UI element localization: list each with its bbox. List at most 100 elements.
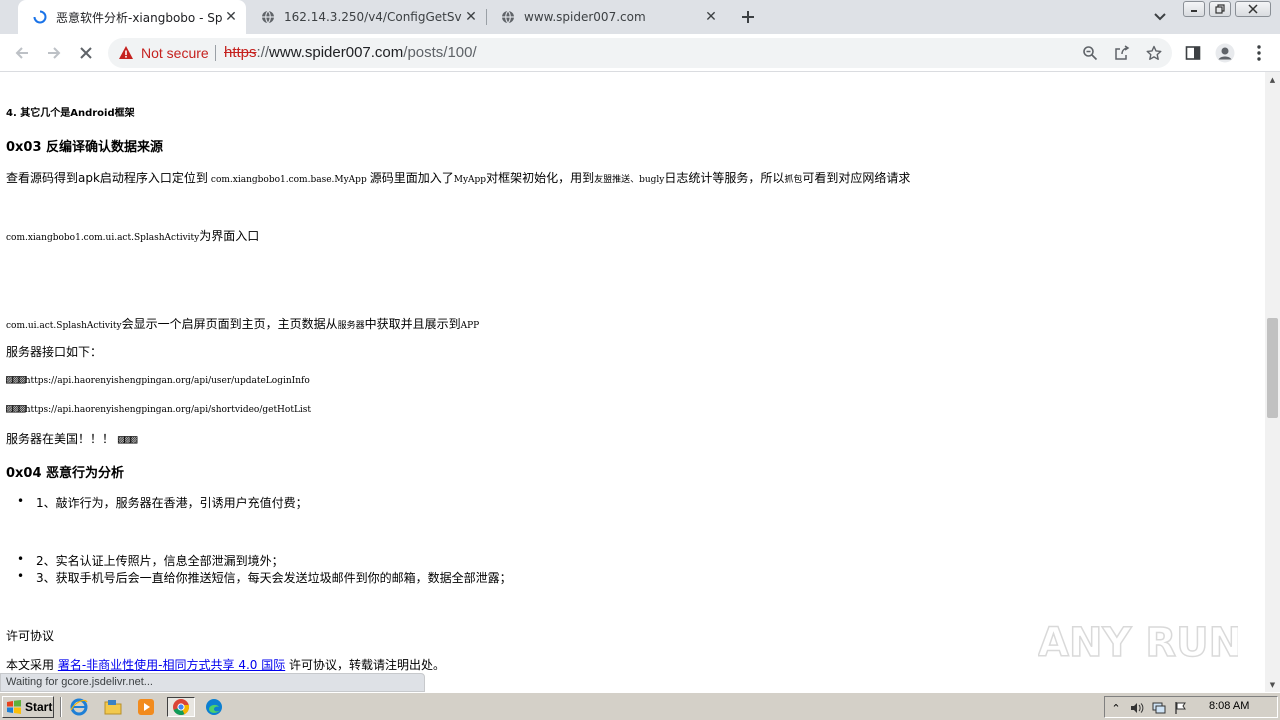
- api-url-update-login: https://api.haorenyishengpingan.org/api/…: [24, 376, 310, 386]
- close-icon[interactable]: ✕: [462, 8, 480, 26]
- scrollbar-thumb[interactable]: [1267, 318, 1278, 418]
- close-icon[interactable]: ✕: [222, 8, 240, 26]
- page-viewport: 4. 其它几个是Android框架 0x03 反编译确认数据来源 查看源码得到a…: [0, 72, 1265, 692]
- ie-quicklaunch[interactable]: [68, 697, 90, 717]
- tab-config-svc[interactable]: 162.14.3.250/v4/ConfigGetSvc/GetC ✕: [246, 0, 486, 34]
- list-item-text: 2、实名认证上传照片，信息全部泄漏到境外；: [36, 554, 284, 568]
- url-scheme: https: [224, 44, 257, 61]
- tab-title: 恶意软件分析-xiangbobo - Spider: [56, 10, 222, 25]
- back-button[interactable]: [10, 41, 34, 65]
- side-panel-button[interactable]: [1181, 41, 1205, 65]
- license-link[interactable]: 署名-非商业性使用-相同方式共享 4.0 国际: [58, 658, 285, 672]
- tab-spider-home[interactable]: www.spider007.com ✕: [486, 0, 726, 34]
- restore-button[interactable]: [1209, 1, 1231, 17]
- text-segment: 中获取并且展示到: [364, 317, 461, 331]
- text-segment: 查看源码得到apk启动程序入口定位到: [6, 171, 208, 185]
- menu-button[interactable]: [1247, 41, 1271, 65]
- url-separator: ://: [256, 44, 270, 61]
- avatar-icon: [1215, 43, 1235, 63]
- url-path: /posts/100/: [403, 44, 477, 61]
- media-player-quicklaunch[interactable]: [135, 697, 157, 717]
- tab-spider-article[interactable]: 恶意软件分析-xiangbobo - Spider ✕: [18, 0, 246, 34]
- chrome-icon: [173, 699, 190, 715]
- paragraph-splash-entry: com.xiangbobo1.com.ui.act.SplashActivity…: [6, 227, 259, 244]
- list-item-spam: 3、获取手机号后会一直给你推送短信，每天会发送垃圾邮件到你的邮箱，数据全部泄露；: [17, 569, 512, 586]
- share-icon[interactable]: [1113, 44, 1131, 62]
- close-window-button[interactable]: [1235, 1, 1271, 17]
- stop-loading-button[interactable]: [74, 41, 98, 65]
- text-segment: 会显示一个启屏页面到主页，主页数据从: [121, 317, 338, 331]
- scroll-down-arrow-icon[interactable]: ▼: [1265, 677, 1280, 692]
- list-item-4: 4. 其它几个是Android框架: [6, 108, 135, 119]
- list-item-text: 1、敲诈行为，服务器在香港，引诱用户充值付费；: [36, 496, 308, 510]
- tray-expand-icon[interactable]: ⌃: [1108, 700, 1124, 716]
- chevron-down-icon: [1154, 13, 1166, 21]
- windows-flag-icon: [7, 700, 21, 714]
- garbled-glyphs: ▨▨▨: [6, 401, 26, 415]
- address-bar[interactable]: Not secure https://www.spider007.com/pos…: [108, 38, 1172, 68]
- list-item-fraud: 1、敲诈行为，服务器在香港，引诱用户充值付费；: [17, 494, 308, 511]
- license-paragraph: 本文采用 署名-非商业性使用-相同方式共享 4.0 国际 许可协议，转载请注明出…: [6, 656, 445, 673]
- license-title: 许可协议: [6, 629, 55, 643]
- kebab-menu-icon: [1257, 45, 1261, 61]
- folder-icon: [104, 700, 122, 715]
- action-center-flag-icon[interactable]: [1173, 700, 1189, 716]
- warning-icon[interactable]: [118, 45, 134, 61]
- taskbar-separator: [60, 697, 62, 717]
- text-server: 服务器: [337, 321, 365, 331]
- text-segment: 可看到对应网络请求: [802, 171, 911, 185]
- text-segment: 服务器在美国！！！: [6, 432, 115, 446]
- code-splash-activity: com.xiangbobo1.com.ui.act.SplashActivity: [6, 233, 200, 243]
- text-sdks: 友盟推送、bugly: [594, 175, 665, 185]
- garbled-glyphs: ▨▨▨: [6, 372, 26, 386]
- garbled-glyphs: ▨▨▨: [117, 432, 138, 446]
- new-tab-button[interactable]: [736, 5, 760, 29]
- edge-icon: [206, 699, 222, 715]
- paragraph-server-location: 服务器在美国！！！ ▨▨▨: [6, 430, 138, 447]
- code-myapp: MyApp: [453, 175, 487, 185]
- minimize-icon: [1191, 10, 1197, 12]
- vertical-scrollbar[interactable]: ▲ ▼: [1265, 72, 1280, 692]
- close-icon[interactable]: ✕: [702, 8, 720, 26]
- heading-0x03: 0x03 反编译确认数据来源: [6, 140, 164, 155]
- paragraph-splash-behavior: com.ui.act.SplashActivity会显示一个启屏页面到主页，主页…: [6, 315, 479, 332]
- security-status[interactable]: Not secure: [141, 45, 209, 61]
- bookmark-star-icon[interactable]: [1145, 44, 1163, 62]
- taskbar-clock[interactable]: 8:08 AM: [1209, 700, 1249, 712]
- loading-spinner-icon: [32, 9, 48, 25]
- anyrun-watermark: ANY RUN: [1037, 608, 1243, 672]
- paragraph-server-api-title: 服务器接口如下：: [6, 345, 103, 359]
- text-segment: 为界面入口: [199, 229, 260, 243]
- plus-icon: [742, 11, 754, 23]
- url-text[interactable]: https://www.spider007.com/posts/100/: [224, 44, 477, 61]
- paragraph-source-analysis: 查看源码得到apk启动程序入口定位到 com.xiangbobo1.com.bas…: [6, 169, 910, 186]
- edge-quicklaunch[interactable]: [203, 697, 225, 717]
- browser-toolbar: Not secure https://www.spider007.com/pos…: [0, 34, 1280, 72]
- zoom-icon[interactable]: [1081, 44, 1099, 62]
- close-icon: [1248, 4, 1258, 14]
- scroll-up-arrow-icon[interactable]: ▲: [1265, 72, 1280, 87]
- screen: 恶意软件分析-xiangbobo - Spider ✕ 162.14.3.250…: [0, 0, 1280, 720]
- text-segment: 对框架初始化，用到: [486, 171, 595, 185]
- side-panel-icon: [1185, 46, 1201, 60]
- code-splash-short: com.ui.act.SplashActivity: [6, 321, 122, 331]
- omnibox-divider: [215, 45, 216, 61]
- minimize-button[interactable]: [1183, 1, 1205, 17]
- forward-button[interactable]: [42, 41, 66, 65]
- network-icon[interactable]: [1151, 700, 1167, 716]
- text-segment: 日志统计等服务，所以: [664, 171, 785, 185]
- start-button[interactable]: Start: [2, 696, 54, 718]
- text-segment: 本文采用: [6, 658, 55, 672]
- chrome-taskbar-button[interactable]: [167, 697, 195, 717]
- status-bubble: Waiting for gcore.jsdelivr.net...: [0, 673, 425, 692]
- tab-search-button[interactable]: [1150, 7, 1170, 27]
- volume-icon[interactable]: [1129, 700, 1145, 716]
- tab-title: www.spider007.com: [524, 10, 646, 24]
- watermark-text: ANY RUN: [1038, 620, 1238, 666]
- text-segment: 源码里面加入了: [369, 171, 454, 185]
- explorer-quicklaunch[interactable]: [102, 697, 124, 717]
- heading-0x04: 0x04 恶意行为分析: [6, 466, 125, 481]
- text-app: APP: [460, 321, 480, 331]
- profile-button[interactable]: [1213, 41, 1237, 65]
- media-player-icon: [138, 699, 154, 715]
